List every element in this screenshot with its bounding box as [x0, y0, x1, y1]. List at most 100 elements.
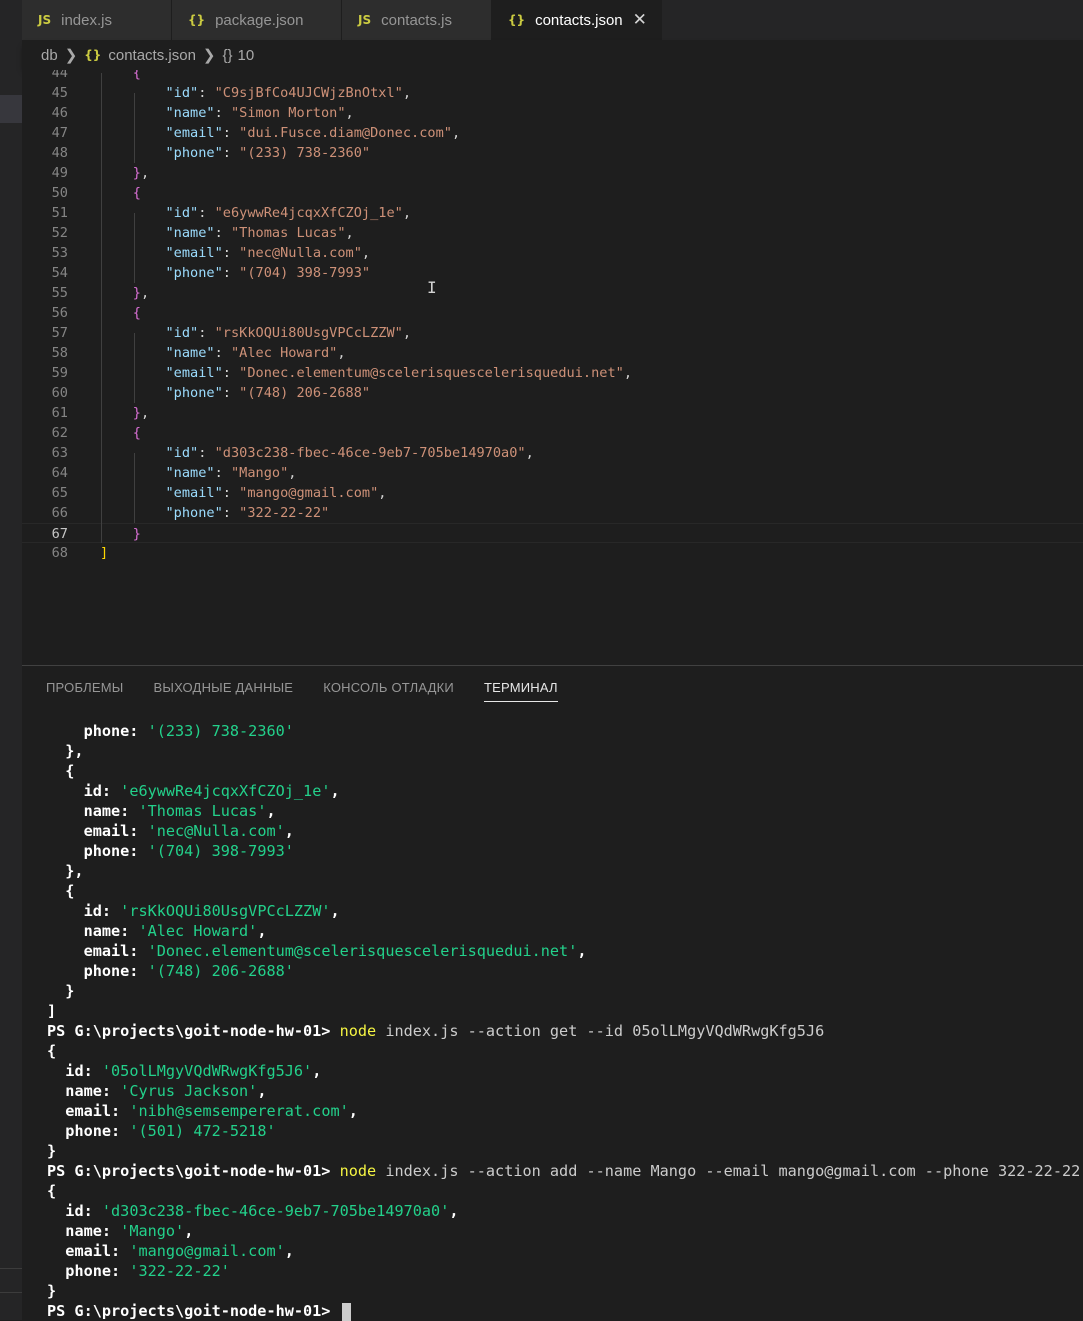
json-string: "C9sjBfCo4UJCWjzBnOtxl": [214, 85, 403, 101]
code-line: 49 },: [22, 163, 1083, 183]
panel-tab[interactable]: ТЕРМИНАЛ: [483, 680, 558, 702]
breadcrumb: db ❯ {} contacts.json ❯ {} 10: [22, 40, 1083, 70]
tab-index-js[interactable]: JS index.js: [22, 0, 172, 40]
code-text: },: [100, 403, 149, 423]
indent-guide: [101, 73, 102, 543]
tab-contacts-js[interactable]: JS contacts.js: [342, 0, 492, 40]
terminal-line: phone: '322-22-22': [47, 1261, 1083, 1281]
terminal-cursor[interactable]: [341, 1302, 351, 1321]
code-text: "id": "rsKkOQUi80UsgVPCcLZZW",: [100, 323, 411, 343]
json-string: "(233) 738-2360": [239, 145, 371, 161]
code-text: },: [100, 283, 149, 303]
tab-label: contacts.json: [535, 11, 623, 29]
punctuation: ,: [288, 465, 297, 481]
json-key: "id": [165, 325, 199, 341]
line-number: 61: [51, 405, 68, 421]
terminal-line: {: [47, 1041, 1083, 1061]
punctuation: :: [222, 265, 240, 281]
line-number: 58: [51, 345, 68, 361]
json-key: "name": [165, 225, 215, 241]
panel-tab[interactable]: КОНСОЛЬ ОТЛАДКИ: [323, 680, 454, 702]
code-line: 67 }: [22, 523, 1083, 543]
json-string: "d303c238-fbec-46ce-9eb7-705be14970a0": [214, 445, 526, 461]
terminal-text: {: [47, 762, 75, 780]
indent-guide: [134, 333, 135, 403]
terminal-line: name: 'Cyrus Jackson',: [47, 1081, 1083, 1101]
bracket: }: [132, 165, 141, 181]
breadcrumb-symbol[interactable]: 10: [238, 47, 255, 64]
line-number: 66: [51, 505, 68, 521]
code-line: 56 {: [22, 303, 1083, 323]
punctuation: ,: [140, 405, 150, 421]
terminal-key: name: [83, 922, 121, 940]
code-line: 55 },: [22, 283, 1083, 303]
bracket: {: [132, 185, 141, 201]
json-key: "name": [165, 345, 215, 361]
bracket: }: [132, 526, 141, 542]
breadcrumb-folder[interactable]: db: [41, 47, 58, 64]
terminal-output[interactable]: phone: '(233) 738-2360' }, { id: 'e6ywwR…: [47, 721, 1083, 1321]
bracket: {: [132, 70, 141, 81]
code-line: 58 "name": "Alec Howard",: [22, 343, 1083, 363]
terminal-command: node: [339, 1162, 377, 1180]
punctuation: :: [222, 145, 240, 161]
code-line: 59 "email": "Donec.elementum@scelerisque…: [22, 363, 1083, 383]
code-line: 66 "phone": "322-22-22": [22, 503, 1083, 523]
code-line: 63 "id": "d303c238-fbec-46ce-9eb7-705be1…: [22, 443, 1083, 463]
terminal-string: 'mango@gmail.com': [129, 1242, 285, 1260]
terminal-key: name: [65, 1222, 102, 1240]
code-line: 45 "id": "C9sjBfCo4UJCWjzBnOtxl",: [22, 83, 1083, 103]
code-text: {: [100, 183, 141, 203]
punctuation: :: [129, 962, 148, 980]
chevron-right-icon: ❯: [64, 47, 78, 64]
punctuation: ,: [348, 1102, 358, 1120]
panel-tab[interactable]: ПРОБЛЕМЫ: [46, 680, 124, 702]
tab-contacts-json[interactable]: {} contacts.json ✕: [492, 0, 662, 40]
json-string: "dui.Fusce.diam@Donec.com": [239, 125, 452, 141]
punctuation: ,: [361, 245, 371, 261]
close-icon[interactable]: ✕: [633, 10, 647, 30]
terminal-text: {: [47, 882, 75, 900]
json-string: "Mango": [230, 465, 289, 481]
active-view-marker: [0, 95, 22, 123]
terminal-key: phone: [83, 962, 130, 980]
punctuation: :: [101, 902, 121, 920]
bracket: }: [132, 285, 141, 301]
punctuation: :: [198, 85, 215, 101]
code-line: 48 "phone": "(233) 738-2360": [22, 143, 1083, 163]
terminal-string: 'Thomas Lucas': [138, 802, 267, 820]
line-number: 59: [51, 365, 68, 381]
breadcrumb-file[interactable]: contacts.json: [108, 47, 196, 64]
terminal-line: phone: '(233) 738-2360': [47, 721, 1083, 741]
terminal-string: '(233) 738-2360': [147, 722, 294, 740]
tab-label: package.json: [215, 11, 304, 29]
activity-bar-edge: [0, 0, 22, 1320]
panel-tab[interactable]: ВЫХОДНЫЕ ДАННЫЕ: [154, 680, 294, 702]
json-string: "(748) 206-2688": [239, 385, 371, 401]
code-text: "id": "e6ywwRe4jcqxXfCZOj_1e",: [100, 203, 411, 223]
terminal-line: PS G:\projects\goit-node-hw-01>: [47, 1301, 1083, 1321]
line-number: 47: [51, 125, 68, 141]
punctuation: :: [222, 385, 240, 401]
terminal-line: email: 'mango@gmail.com',: [47, 1241, 1083, 1261]
punctuation: ,: [257, 922, 267, 940]
terminal-line: PS G:\projects\goit-node-hw-01> node ind…: [47, 1161, 1083, 1181]
punctuation: :: [120, 922, 139, 940]
punctuation: ,: [266, 802, 276, 820]
code-text: "email": "mango@gmail.com",: [100, 483, 386, 503]
terminal-key: email: [83, 942, 130, 960]
code-text: "name": "Mango",: [100, 463, 296, 483]
terminal-key: email: [65, 1242, 112, 1260]
punctuation: :: [111, 1242, 130, 1260]
terminal-key: name: [83, 802, 121, 820]
punctuation: ,: [402, 85, 412, 101]
terminal-key: phone: [65, 1262, 112, 1280]
json-key: "email": [165, 245, 223, 261]
code-line: 51 "id": "e6ywwRe4jcqxXfCZOj_1e",: [22, 203, 1083, 223]
code-editor[interactable]: I 44 {45 "id": "C9sjBfCo4UJCWjzBnOtxl", 4…: [22, 70, 1083, 665]
punctuation: :: [198, 325, 215, 341]
json-string: "Donec.elementum@scelerisquescelerisqued…: [239, 365, 624, 381]
line-number: 57: [51, 325, 68, 341]
code-text: "phone": "(704) 398-7993": [100, 263, 370, 283]
tab-package-json[interactable]: {} package.json: [172, 0, 342, 40]
